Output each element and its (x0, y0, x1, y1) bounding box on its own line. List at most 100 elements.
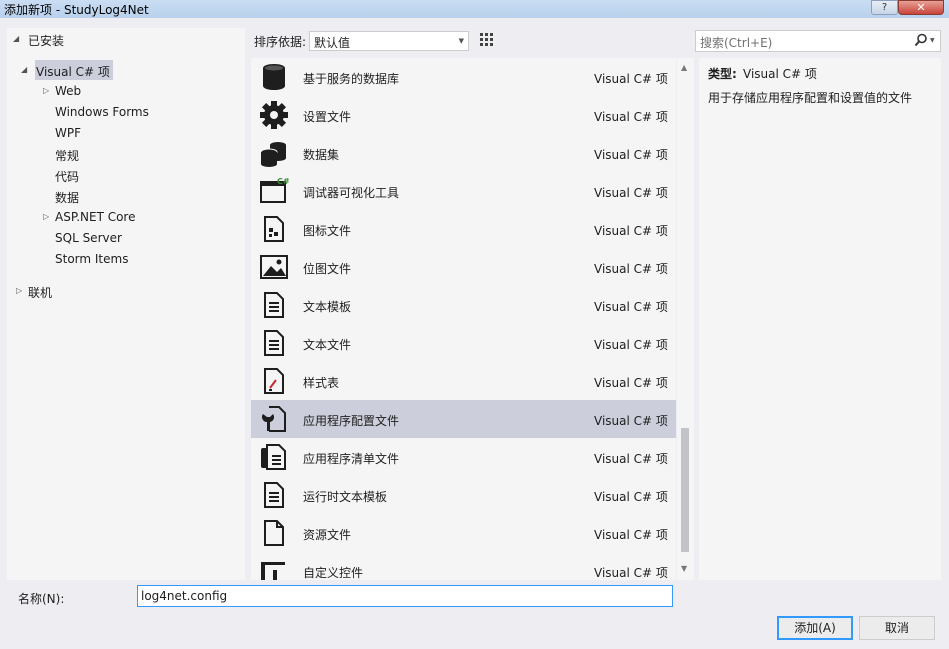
tree-item-sql-server[interactable]: SQL Server (55, 231, 122, 245)
item-type: Visual C# 项 (594, 338, 668, 352)
list-item[interactable]: 文本文件 Visual C# 项 (251, 324, 676, 362)
item-name: 自定义控件 (303, 566, 364, 580)
name-label: 名称(N): (18, 592, 65, 606)
list-item[interactable]: C# 调试器可视化工具 Visual C# 项 (251, 172, 676, 210)
list-item[interactable]: 图标文件 Visual C# 项 (251, 210, 676, 248)
detail-pane: 类型: Visual C# 项 用于存储应用程序配置和设置值的文件 (699, 58, 941, 580)
list-scrollbar[interactable]: ▲ ▼ (677, 58, 694, 580)
tree-item-windows-forms[interactable]: Windows Forms (55, 105, 149, 119)
sort-dropdown[interactable]: 默认值 ▼ (309, 31, 469, 51)
icon-file-icon (264, 216, 284, 242)
list-item[interactable]: 设置文件 Visual C# 项 (251, 96, 676, 134)
title-bar: 添加新项 - StudyLog4Net ? ✕ (0, 0, 949, 18)
list-item[interactable]: 样式表 Visual C# 项 (251, 362, 676, 400)
tree-item-data[interactable]: 数据 (55, 189, 79, 206)
tree-visual-csharp[interactable]: Visual C# 项 (36, 63, 110, 80)
item-name: 应用程序配置文件 (303, 414, 400, 428)
item-type: Visual C# 项 (594, 300, 668, 314)
tree-item-code[interactable]: 代码 (55, 168, 79, 185)
list-item[interactable]: 基于服务的数据库 Visual C# 项 (251, 58, 676, 96)
database-icon (263, 64, 285, 90)
gear-icon (260, 101, 288, 129)
add-button[interactable]: 添加(A) (777, 616, 853, 640)
list-item[interactable]: 运行时文本模板 Visual C# 项 (251, 476, 676, 514)
tree-item-storm-items[interactable]: Storm Items (55, 252, 128, 266)
chevron-down-icon[interactable]: ▼ (930, 37, 935, 44)
item-template-list: 基于服务的数据库 Visual C# 项 设置文件 Visual C# 项 数据… (251, 58, 676, 580)
svg-text:C#: C# (277, 177, 289, 186)
sort-value: 默认值 (314, 36, 351, 50)
item-name: 位图文件 (303, 262, 352, 276)
chevron-down-icon: ▼ (458, 37, 464, 45)
item-name: 图标文件 (303, 224, 352, 238)
tree-item-wpf[interactable]: WPF (55, 126, 81, 140)
item-type: Visual C# 项 (594, 224, 668, 238)
list-item[interactable]: 资源文件 Visual C# 项 (251, 514, 676, 552)
search-icon[interactable] (914, 33, 928, 47)
stylesheet-icon (264, 368, 284, 394)
list-item[interactable]: 数据集 Visual C# 项 (251, 134, 676, 172)
item-type: Visual C# 项 (594, 72, 668, 86)
expand-arrow-icon[interactable]: ▷ (43, 212, 49, 221)
help-button[interactable]: ? (871, 0, 898, 15)
item-type: Visual C# 项 (594, 110, 668, 124)
item-type: Visual C# 项 (594, 186, 668, 200)
list-item[interactable]: 自定义控件 Visual C# 项 (251, 552, 676, 580)
item-type: Visual C# 项 (594, 452, 668, 466)
expand-arrow-icon[interactable]: ▷ (16, 286, 22, 295)
text-file-icon (264, 330, 284, 356)
tree-item-web[interactable]: Web (55, 84, 81, 98)
expand-arrow-icon[interactable]: ▷ (43, 86, 49, 95)
list-item[interactable]: 位图文件 Visual C# 项 (251, 248, 676, 286)
config-file-icon (262, 406, 286, 432)
collapse-arrow-icon[interactable]: ◢ (13, 34, 19, 43)
name-field-value[interactable]: log4net.config (141, 589, 227, 603)
tree-item-aspnet-core[interactable]: ASP.NET Core (55, 210, 135, 224)
item-name: 应用程序清单文件 (303, 452, 400, 466)
list-item[interactable]: 应用程序清单文件 Visual C# 项 (251, 438, 676, 476)
item-type: Visual C# 项 (594, 490, 668, 504)
close-button[interactable]: ✕ (898, 0, 944, 15)
resource-file-icon (264, 520, 284, 546)
item-type: Visual C# 项 (594, 566, 668, 580)
visualizer-icon: C# (260, 177, 289, 203)
item-type: Visual C# 项 (594, 262, 668, 276)
tree-item-general[interactable]: 常规 (55, 147, 79, 164)
item-type: Visual C# 项 (594, 376, 668, 390)
item-name: 基于服务的数据库 (303, 72, 400, 86)
scroll-down-icon[interactable]: ▼ (681, 564, 687, 573)
grid-view-icon (480, 33, 493, 46)
scroll-up-icon[interactable]: ▲ (681, 63, 687, 72)
list-item[interactable]: 文本模板 Visual C# 项 (251, 286, 676, 324)
scrollbar-thumb[interactable] (681, 428, 689, 552)
sort-label: 排序依据: (254, 35, 307, 49)
dataset-icon (260, 142, 286, 167)
item-name: 文本模板 (303, 300, 352, 314)
detail-type-label: 类型: (708, 67, 737, 81)
search-box[interactable]: 搜索(Ctrl+E) ▼ (695, 30, 941, 52)
item-name: 设置文件 (303, 110, 352, 124)
item-name: 文本文件 (303, 338, 352, 352)
cancel-button[interactable]: 取消 (859, 616, 935, 640)
search-input[interactable]: 搜索(Ctrl+E) (700, 34, 772, 51)
bitmap-icon (260, 255, 288, 279)
grid-view-button[interactable] (476, 29, 496, 49)
manifest-icon (261, 444, 286, 470)
item-type: Visual C# 项 (594, 148, 668, 162)
collapse-arrow-icon[interactable]: ◢ (21, 65, 27, 74)
tree-installed[interactable]: 已安装 (28, 32, 64, 49)
item-name: 数据集 (303, 148, 340, 162)
add-new-item-dialog: 添加新项 - StudyLog4Net ? ✕ ◢ 已安装 ◢ Visual C… (0, 0, 949, 649)
detail-type-value: Visual C# 项 (743, 67, 817, 81)
item-type: Visual C# 项 (594, 528, 668, 542)
item-type: Visual C# 项 (594, 414, 668, 428)
list-item-selected[interactable]: 应用程序配置文件 Visual C# 项 (251, 400, 676, 438)
detail-description: 用于存储应用程序配置和设置值的文件 (708, 91, 913, 105)
name-field[interactable]: log4net.config (137, 585, 673, 607)
tree-online[interactable]: 联机 (28, 284, 52, 301)
runtime-template-icon (264, 482, 284, 508)
template-tree: ◢ 已安装 ◢ Visual C# 项 ▷ Web Windows Forms … (7, 28, 245, 580)
window-title: 添加新项 - StudyLog4Net (4, 3, 149, 17)
text-template-icon (264, 292, 284, 318)
item-name: 运行时文本模板 (303, 490, 388, 504)
